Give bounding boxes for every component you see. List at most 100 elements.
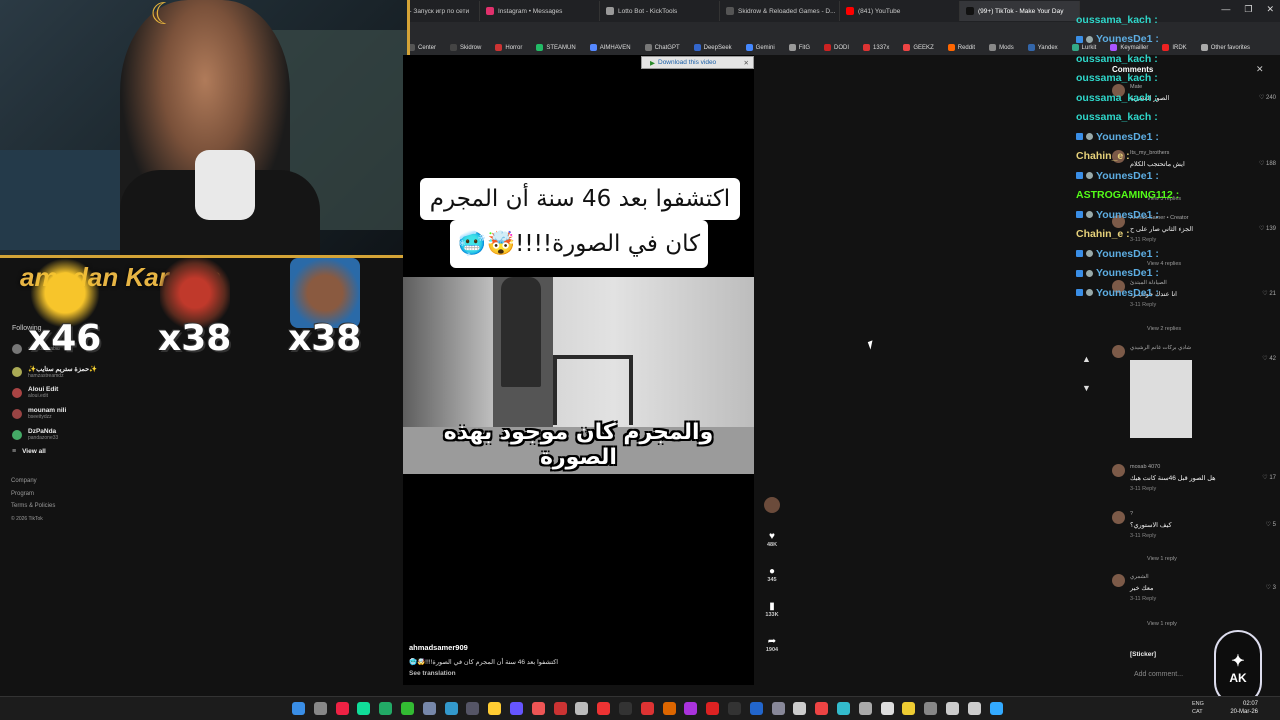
bookmark-item[interactable]: FitG bbox=[788, 44, 810, 51]
comment-like-count[interactable]: ♡ 188 bbox=[1259, 160, 1276, 167]
taskbar-app-icon[interactable] bbox=[531, 702, 545, 715]
language-indicator[interactable]: ENG CAT bbox=[1192, 700, 1204, 716]
taskbar-app-icon[interactable] bbox=[684, 702, 698, 715]
taskbar-app-icon[interactable] bbox=[858, 702, 872, 715]
browser-tab[interactable]: Lotto Bot - KickTools bbox=[600, 1, 720, 21]
comment-text: هل الصور قبل 46سنة كانت هيك bbox=[1130, 475, 1216, 482]
taskbar-app-icon[interactable] bbox=[924, 702, 938, 715]
taskbar-app-icon[interactable] bbox=[793, 702, 807, 715]
taskbar-app-icon[interactable] bbox=[422, 702, 436, 715]
bookmark-item[interactable]: Yandex bbox=[1027, 44, 1058, 51]
taskbar-app-icon[interactable] bbox=[706, 702, 720, 715]
bookmark-item[interactable]: Skidrow bbox=[450, 44, 481, 51]
browser-tab[interactable]: Skidrow & Reloaded Games - D... bbox=[720, 1, 840, 21]
view-all-link[interactable]: ≡ View all bbox=[12, 448, 46, 455]
following-item[interactable]: mounam nili bseeitydzz bbox=[12, 407, 66, 420]
taskbar-app-icon[interactable] bbox=[837, 702, 850, 715]
taskbar-app-icon[interactable] bbox=[771, 702, 785, 715]
video-author[interactable]: ahmadsamer909 bbox=[409, 643, 468, 652]
taskbar-app-icon[interactable] bbox=[510, 702, 523, 715]
share-button[interactable]: ➦ 1904 bbox=[760, 636, 784, 653]
close-icon[interactable]: ✕ bbox=[744, 59, 749, 67]
like-button[interactable]: ♥ 48K bbox=[760, 531, 784, 548]
bookmark-item[interactable]: GEEKZ bbox=[903, 44, 934, 51]
comment-like-count[interactable]: ♡ 17 bbox=[1262, 474, 1276, 481]
taskbar-app-icon[interactable] bbox=[292, 702, 305, 715]
taskbar-app-icon[interactable] bbox=[662, 702, 676, 715]
browser-tab[interactable]: (99+) TikTok - Make Your Day bbox=[960, 1, 1080, 21]
taskbar-app-icon[interactable] bbox=[357, 702, 371, 715]
comment-like-count[interactable]: ♡ 240 bbox=[1259, 94, 1276, 101]
comment-like-count[interactable]: ♡ 139 bbox=[1259, 225, 1276, 232]
taskbar-app-icon[interactable] bbox=[902, 702, 916, 715]
taskbar-app-icon[interactable] bbox=[989, 702, 1003, 715]
bookmark-item[interactable]: STEAMUN bbox=[536, 44, 576, 51]
bookmark-item[interactable]: Other favorites bbox=[1200, 44, 1250, 51]
following-item[interactable]: ✨حمزة ستريم ستايب✨ hamzastreamdz bbox=[12, 365, 97, 379]
bookmark-item[interactable]: DODI bbox=[824, 44, 849, 51]
taskbar-app-icon[interactable] bbox=[488, 702, 502, 715]
taskbar-app-icon[interactable] bbox=[815, 702, 829, 715]
view-replies-link[interactable]: View 1 reply bbox=[1147, 556, 1177, 562]
comment-image[interactable] bbox=[1130, 360, 1192, 438]
taskbar-app-icon[interactable] bbox=[619, 702, 632, 715]
bookmark-item[interactable]: 1337x bbox=[863, 44, 889, 51]
following-item[interactable]: DzPaNda pandazone33 bbox=[12, 428, 58, 441]
footer-link[interactable]: Company bbox=[11, 478, 37, 484]
taskbar-app-icon[interactable] bbox=[401, 702, 414, 715]
taskbar-app-icon[interactable] bbox=[946, 702, 959, 715]
maximize-icon[interactable]: ❐ bbox=[1244, 4, 1252, 15]
see-translation-link[interactable]: See translation bbox=[409, 670, 456, 677]
heart-icon: ♥ bbox=[769, 531, 775, 542]
save-button[interactable]: ▮ 133K bbox=[760, 601, 784, 618]
taskbar-app-icon[interactable] bbox=[575, 702, 589, 715]
taskbar-app-icon[interactable] bbox=[335, 702, 349, 715]
bookmark-item[interactable]: Center bbox=[408, 44, 436, 51]
taskbar-app-icon[interactable] bbox=[880, 702, 894, 715]
view-replies-link[interactable]: View 2 replies bbox=[1147, 326, 1181, 332]
comment-like-count[interactable]: ♡ 21 bbox=[1262, 290, 1276, 297]
taskbar-app-icon[interactable] bbox=[313, 702, 327, 715]
bookmark-item[interactable]: ChatGPT bbox=[644, 44, 680, 51]
taskbar-app-icon[interactable] bbox=[640, 702, 654, 715]
taskbar-app-icon[interactable] bbox=[379, 702, 393, 715]
footer-link[interactable]: Terms & Policies bbox=[11, 503, 55, 509]
bookmark-item[interactable]: Reddit bbox=[947, 44, 975, 51]
footer-link[interactable]: Program bbox=[11, 491, 34, 497]
comment-like-count[interactable]: ♡ 3 bbox=[1266, 584, 1276, 591]
browser-tab[interactable]: Instagram • Messages bbox=[480, 1, 600, 21]
comment-meta[interactable]: 3-11 Reply bbox=[1130, 486, 1156, 492]
close-icon[interactable]: ✕ bbox=[1256, 64, 1264, 75]
comment-button[interactable]: ● 345 bbox=[760, 566, 784, 583]
comment-meta[interactable]: 3-11 Reply bbox=[1130, 533, 1156, 539]
bookmark-item[interactable]: Mods bbox=[989, 44, 1014, 51]
chat-message: oussama_kach : bbox=[1076, 10, 1196, 30]
taskbar-app-icon[interactable] bbox=[553, 702, 567, 715]
minimize-icon[interactable]: — bbox=[1221, 4, 1230, 15]
taskbar-app-icon[interactable] bbox=[749, 702, 763, 715]
add-comment-input[interactable]: Add comment... bbox=[1134, 671, 1183, 678]
comment-meta[interactable]: 3-11 Reply bbox=[1130, 302, 1156, 308]
author-avatar[interactable] bbox=[760, 497, 784, 513]
close-icon[interactable]: ✕ bbox=[1266, 4, 1274, 15]
taskbar-app-icon[interactable] bbox=[728, 702, 741, 715]
comment-like-count[interactable]: ♡ 5 bbox=[1266, 521, 1276, 528]
taskbar-app-icon[interactable] bbox=[466, 702, 480, 715]
taskbar-app-icon[interactable] bbox=[444, 702, 458, 715]
chevron-up-icon[interactable]: ▲ bbox=[1082, 354, 1091, 364]
system-clock[interactable]: 02:07 20-Mar-26 bbox=[1230, 700, 1258, 716]
comment-like-count[interactable]: ♡ 42 bbox=[1262, 355, 1276, 362]
comment-meta[interactable]: 3-11 Reply bbox=[1130, 596, 1156, 602]
view-replies-link[interactable]: View 1 reply bbox=[1147, 621, 1177, 627]
taskbar-app-icon[interactable] bbox=[597, 702, 611, 715]
bookmark-item[interactable]: Horror bbox=[495, 44, 522, 51]
bookmark-item[interactable]: Gemini bbox=[745, 44, 775, 51]
taskbar-app-icon[interactable] bbox=[967, 702, 981, 715]
tab-favicon-icon bbox=[966, 7, 974, 15]
bookmark-item[interactable]: DeepSeek bbox=[693, 44, 732, 51]
bookmark-item[interactable]: AIMHAVEN bbox=[589, 44, 631, 51]
browser-tab[interactable]: (841) YouTube bbox=[840, 1, 960, 21]
following-item[interactable]: Aloui Edit aloui.edit bbox=[12, 386, 58, 399]
download-video-bar[interactable]: ▶ Download this video ✕ bbox=[641, 56, 754, 69]
chevron-down-icon[interactable]: ▼ bbox=[1082, 383, 1091, 393]
